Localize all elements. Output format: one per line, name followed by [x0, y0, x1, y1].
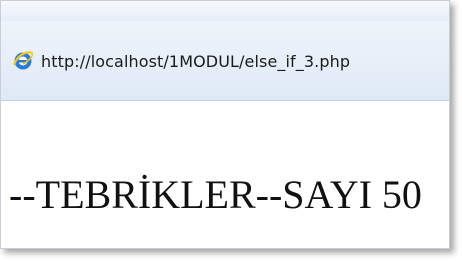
- address-bar[interactable]: http://localhost/1MODUL/else_if_3.php: [1, 21, 449, 101]
- browser-window: http://localhost/1MODUL/else_if_3.php --…: [0, 0, 450, 249]
- page-content: --TEBRİKLER--SAYI 50: [1, 101, 449, 248]
- address-row[interactable]: http://localhost/1MODUL/else_if_3.php: [11, 49, 350, 73]
- address-url[interactable]: http://localhost/1MODUL/else_if_3.php: [41, 52, 350, 71]
- browser-toolbar: [1, 1, 449, 22]
- internet-explorer-icon: [11, 49, 35, 73]
- result-message: --TEBRİKLER--SAYI 50: [9, 172, 422, 217]
